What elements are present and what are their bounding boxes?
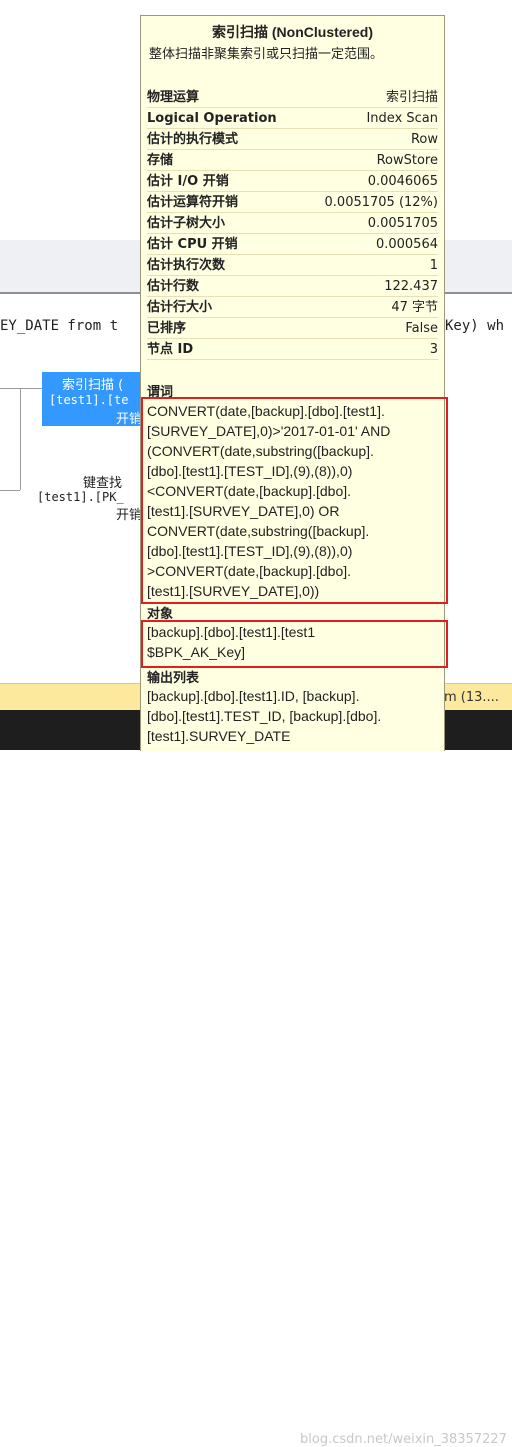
property-value: 0.000564 — [375, 237, 438, 252]
property-value: 0.0046065 — [367, 174, 438, 189]
property-row: 估计行大小 47 字节 — [147, 297, 438, 318]
tooltip-title: 索引扫描 (NonClustered) — [212, 24, 373, 40]
property-row: 存储 RowStore — [147, 150, 438, 171]
property-value: 0.0051705 (12%) — [324, 195, 438, 210]
property-value: RowStore — [376, 153, 438, 168]
property-value: 索引扫描 — [385, 90, 438, 105]
property-key: Logical Operation — [147, 111, 277, 126]
plan-node-table: [test1].[PK_ — [37, 490, 124, 504]
property-row: 估计执行次数 1 — [147, 255, 438, 276]
property-key: 估计运算符开销 — [147, 195, 239, 210]
output-line: [test1].SURVEY_DATE — [147, 728, 291, 744]
property-key: 估计 I/O 开销 — [147, 174, 229, 189]
property-row: 估计的执行模式 Row — [147, 129, 438, 150]
property-value: 0.0051705 — [367, 216, 438, 231]
property-row: 物理运算 索引扫描 — [147, 87, 438, 108]
plan-connector — [0, 388, 42, 389]
property-row: 估计 CPU 开销 0.000564 — [147, 234, 438, 255]
property-value: Index Scan — [366, 111, 438, 126]
property-key: 估计子树大小 — [147, 216, 226, 231]
property-row: 估计运算符开销 0.0051705 (12%) — [147, 192, 438, 213]
property-key: 已排序 — [147, 321, 187, 336]
predicate-highlight-box — [141, 397, 448, 604]
tooltip-description: 整体扫描非聚集索引或只扫描一定范围。 — [149, 47, 384, 62]
plan-node-index-scan[interactable]: 索引扫描 ( [test1].[te 开销 — [42, 372, 143, 427]
property-row: 节点 ID 3 — [147, 339, 438, 360]
plan-node-name: 索引扫描 ( — [62, 378, 124, 393]
status-text: om (13.... — [436, 690, 499, 705]
plan-node-cost: 开销 — [116, 508, 143, 523]
output-list-label: 输出列表 — [147, 671, 200, 686]
watermark: blog.csdn.net/weixin_38357227 — [300, 1432, 507, 1447]
operator-tooltip: 索引扫描 (NonClustered) 整体扫描非聚集索引或只扫描一定范围。 物… — [140, 15, 448, 751]
property-row: 估计子树大小 0.0051705 — [147, 213, 438, 234]
property-value: False — [405, 321, 438, 336]
properties-table: 物理运算 索引扫描 Logical Operation Index Scan 估计的… — [147, 87, 438, 360]
plan-node-key-lookup[interactable]: 键查找 [test1].[PK_ 开销 — [0, 468, 143, 528]
property-key: 物理运算 — [147, 90, 200, 105]
property-value: Row — [410, 132, 438, 147]
plan-node-table: [test1].[te — [49, 393, 129, 407]
query-text-right: Key) wh — [445, 318, 505, 334]
property-value: 3 — [429, 342, 438, 357]
property-row: Logical Operation Index Scan — [147, 108, 438, 129]
plan-node-name: 键查找 — [83, 476, 123, 491]
property-row: 估计行数 122.437 — [147, 276, 438, 297]
property-row: 已排序 False — [147, 318, 438, 339]
property-key: 存储 — [147, 153, 174, 168]
property-key: 估计行数 — [147, 279, 200, 294]
object-highlight-box — [141, 620, 448, 668]
output-line: [backup].[dbo].[test1].ID, [backup]. — [147, 688, 360, 704]
output-list-text: [backup].[dbo].[test1].ID, [backup]. [db… — [147, 686, 437, 746]
property-value: 47 字节 — [391, 300, 438, 315]
property-key: 估计行大小 — [147, 300, 213, 315]
property-key: 节点 ID — [147, 342, 194, 357]
property-key: 估计执行次数 — [147, 258, 226, 273]
property-value: 1 — [429, 258, 438, 273]
query-text-left: EY_DATE from t — [0, 318, 119, 334]
plan-node-cost: 开销 — [116, 412, 143, 427]
property-key: 估计的执行模式 — [147, 132, 239, 147]
property-key: 估计 CPU 开销 — [147, 237, 238, 252]
property-row: 估计 I/O 开销 0.0046065 — [147, 171, 438, 192]
output-line: [dbo].[test1].TEST_ID, [backup].[dbo]. — [147, 708, 382, 724]
property-value: 122.437 — [384, 279, 438, 294]
